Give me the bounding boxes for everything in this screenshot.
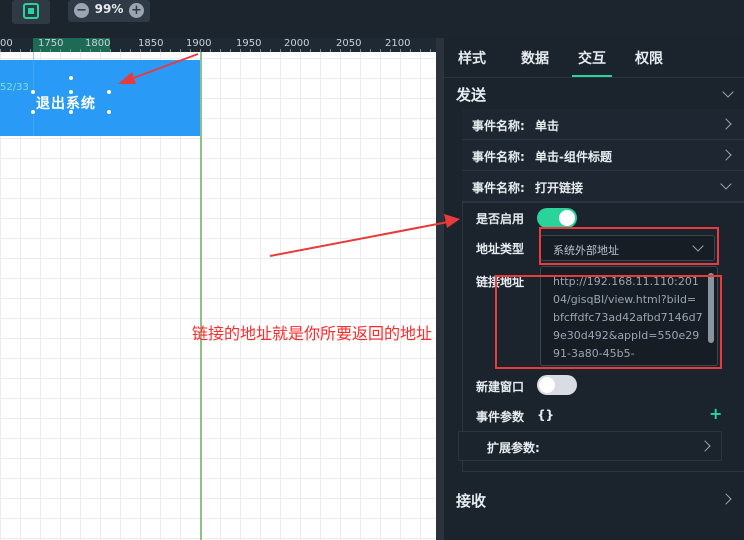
chevron-right-icon[interactable] [699, 440, 711, 452]
event-name-label: 事件名称: [472, 181, 525, 195]
fit-screen-icon [23, 3, 39, 19]
tab-permission[interactable]: 权限 [635, 48, 663, 68]
selected-component-text[interactable]: 退出系统 [36, 93, 96, 113]
ruler-tick: 1750 [38, 38, 64, 49]
rotate-handle[interactable] [68, 75, 74, 81]
ruler-tick-marks [0, 49, 436, 52]
ruler-tick: 1800 [85, 38, 111, 49]
tab-data[interactable]: 数据 [521, 48, 549, 68]
event-params-label: 事件参数 [476, 410, 525, 424]
ruler-tick: 00 [0, 38, 13, 49]
add-param-icon[interactable]: + [709, 404, 722, 423]
top-toolbar: − 99% + [0, 0, 744, 38]
resize-handle[interactable] [30, 109, 36, 115]
chevron-down-icon[interactable] [722, 86, 734, 98]
event-name-value: 打开链接 [535, 181, 584, 195]
resize-handle[interactable] [106, 109, 112, 115]
chevron-down-icon[interactable] [720, 178, 732, 190]
horizontal-ruler: 00 1750 1800 1850 1900 1950 2000 2050 21… [0, 38, 436, 52]
extension-params-label: 扩展参数: [487, 441, 540, 455]
resize-handle[interactable] [30, 89, 36, 95]
annotation-box-link [495, 275, 722, 369]
toggle-knob [559, 210, 575, 226]
resize-handle[interactable] [68, 89, 74, 95]
address-type-label: 地址类型 [476, 242, 525, 256]
zoom-in-button[interactable]: + [129, 3, 144, 18]
ruler-tick: 1900 [186, 38, 212, 49]
position-readout: 52/33 [0, 82, 29, 93]
resize-handle[interactable] [106, 89, 112, 95]
ruler-tick: 2100 [385, 38, 411, 49]
canvas-boundary-line [200, 52, 202, 540]
ruler-tick: 1950 [236, 38, 262, 49]
chevron-right-icon[interactable] [720, 493, 732, 505]
extension-params-row[interactable]: 扩展参数: [458, 431, 722, 461]
event-row-click-title[interactable]: 事件名称: 单击-组件标题 [462, 140, 744, 171]
enabled-toggle[interactable] [537, 208, 577, 228]
toggle-knob [539, 377, 555, 393]
event-name-value: 单击-组件标题 [535, 150, 612, 164]
enabled-label: 是否启用 [476, 212, 525, 226]
section-receive-title[interactable]: 接收 [456, 490, 486, 511]
annotation-text: 链接的地址就是你所要返回的地址 [192, 324, 433, 343]
ruler-tick: 1850 [138, 38, 164, 49]
zoom-level: 99% [94, 2, 124, 16]
event-name-label: 事件名称: [472, 119, 525, 133]
event-params-value: {} [537, 408, 555, 422]
event-row-open-link[interactable]: 事件名称: 打开链接 [462, 171, 744, 202]
resize-handle[interactable] [68, 109, 74, 115]
ruler-tick: 2000 [284, 38, 310, 49]
fit-screen-button[interactable] [12, 0, 50, 24]
chevron-right-icon[interactable] [720, 118, 732, 130]
new-window-label: 新建窗口 [476, 380, 525, 394]
zoom-out-button[interactable]: − [74, 3, 89, 18]
section-send-title[interactable]: 发送 [456, 84, 486, 105]
ruler-tick: 2050 [336, 38, 362, 49]
tab-interaction[interactable]: 交互 [572, 48, 612, 77]
event-name-value: 单击 [535, 119, 560, 133]
zoom-control: − 99% + [68, 0, 150, 22]
annotation-box-address-type [539, 227, 719, 265]
chevron-right-icon[interactable] [720, 149, 732, 161]
event-name-label: 事件名称: [472, 150, 525, 164]
panel-splitter[interactable] [436, 38, 443, 540]
event-row-click[interactable]: 事件名称: 单击 [462, 109, 744, 140]
tab-style[interactable]: 样式 [458, 48, 486, 68]
panel-tabs: 样式 数据 交互 权限 [444, 38, 744, 78]
new-window-toggle[interactable] [537, 375, 577, 395]
